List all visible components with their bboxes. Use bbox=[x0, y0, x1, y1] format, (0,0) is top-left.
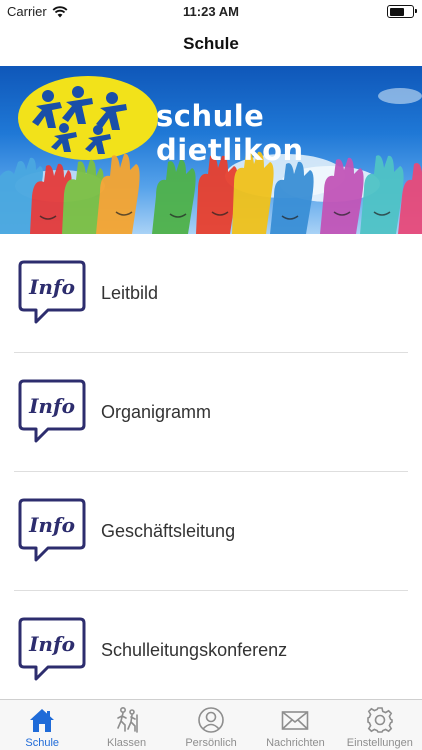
tab-label: Klassen bbox=[107, 737, 147, 749]
info-speech-bubble-icon: Info bbox=[18, 379, 86, 443]
status-bar: Carrier 11:23 AM bbox=[0, 0, 422, 22]
navigation-bar: Schule bbox=[0, 22, 422, 66]
info-icon-text: Info bbox=[28, 632, 75, 656]
tab-bar: Schule Klassen Persönlich Nachrichten Ei… bbox=[0, 699, 422, 750]
list-item-label: Leitbild bbox=[101, 283, 159, 303]
info-icon-text: Info bbox=[28, 275, 75, 299]
school-banner: schule dietlikon bbox=[0, 66, 422, 234]
info-icon-text: Info bbox=[28, 394, 75, 418]
tab-label: Persönlich bbox=[185, 737, 237, 749]
tab-einstellungen[interactable]: Einstellungen bbox=[338, 700, 422, 750]
home-icon bbox=[30, 709, 55, 732]
info-speech-bubble-icon: Info bbox=[18, 498, 86, 562]
list-item-label: Organigramm bbox=[101, 402, 212, 422]
info-icon-text: Info bbox=[28, 513, 75, 537]
info-speech-bubble-icon: Info bbox=[18, 617, 86, 681]
list-item-label: Geschäftsleitung bbox=[101, 521, 236, 541]
tab-persoenlich[interactable]: Persönlich bbox=[169, 700, 253, 750]
tab-label: Schule bbox=[25, 737, 60, 749]
battery-icon bbox=[387, 5, 417, 18]
page-title: Schule bbox=[183, 34, 239, 53]
list-item-geschaeftsleitung[interactable]: Info Geschäftsleitung bbox=[0, 472, 422, 591]
tab-nachrichten[interactable]: Nachrichten bbox=[253, 700, 337, 750]
menu-list: Info Leitbild Info Organigramm Info Gesc… bbox=[0, 234, 422, 710]
clock: 11:23 AM bbox=[183, 4, 239, 19]
battery-fill bbox=[389, 7, 404, 16]
info-speech-bubble-icon: Info bbox=[18, 260, 86, 324]
tab-label: Einstellungen bbox=[346, 737, 413, 749]
list-item-organigramm[interactable]: Info Organigramm bbox=[0, 353, 422, 472]
banner-school-name: schule dietlikon bbox=[156, 99, 304, 167]
list-item-label: Schulleitungskonferenz bbox=[101, 640, 288, 660]
tab-schule[interactable]: Schule bbox=[0, 700, 84, 750]
list-item-leitbild[interactable]: Info Leitbild bbox=[0, 234, 422, 353]
gear-icon bbox=[367, 707, 393, 733]
list-item-schulleitungskonferenz[interactable]: Info Schulleitungskonferenz bbox=[0, 591, 422, 710]
tab-klassen[interactable]: Klassen bbox=[84, 700, 168, 750]
envelope-icon bbox=[282, 711, 309, 730]
hikers-icon bbox=[116, 706, 138, 733]
tab-label: Nachrichten bbox=[266, 737, 325, 749]
person-icon bbox=[198, 707, 224, 733]
